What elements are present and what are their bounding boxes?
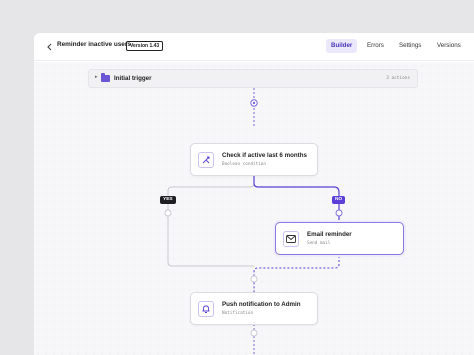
initial-trigger-row[interactable]: ▸ Initial trigger 3 actions bbox=[88, 69, 418, 88]
tab-versions[interactable]: Versions bbox=[432, 39, 466, 53]
email-node[interactable]: Email reminder Send mail bbox=[275, 222, 404, 255]
push-subtitle: Notification bbox=[222, 311, 254, 316]
top-bar: Reminder inactive users Version 1.43 Bui… bbox=[34, 33, 474, 61]
tab-builder[interactable]: Builder bbox=[326, 39, 358, 53]
split-icon bbox=[198, 152, 214, 168]
condition-node[interactable]: Check if active last 6 months Boolean co… bbox=[190, 143, 318, 176]
email-subtitle: Send mail bbox=[307, 241, 331, 246]
bell-icon bbox=[198, 301, 214, 317]
builder-canvas[interactable]: ▸ Initial trigger 3 actions Check if act… bbox=[34, 62, 474, 355]
add-step-end-icon[interactable] bbox=[250, 329, 258, 337]
yes-branch-badge: YES bbox=[160, 196, 176, 204]
push-node[interactable]: Push notification to Admin Notification bbox=[190, 292, 318, 325]
workflow-window: Reminder inactive users Version 1.43 Bui… bbox=[34, 33, 474, 355]
add-step-no-icon[interactable] bbox=[335, 209, 343, 217]
caret-right-icon[interactable]: ▸ bbox=[95, 74, 98, 80]
email-title: Email reminder bbox=[307, 231, 352, 238]
version-badge[interactable]: Version 1.43 bbox=[126, 41, 164, 51]
add-step-yes-icon[interactable] bbox=[164, 209, 172, 217]
trigger-label: Initial trigger bbox=[114, 75, 152, 82]
mail-icon bbox=[283, 231, 299, 247]
no-branch-badge: NO bbox=[332, 196, 346, 204]
tab-settings[interactable]: Settings bbox=[394, 39, 426, 53]
page-title: Reminder inactive users bbox=[57, 41, 131, 48]
push-title: Push notification to Admin bbox=[222, 301, 301, 308]
add-step-merge-icon[interactable] bbox=[250, 275, 258, 283]
condition-title: Check if active last 6 months bbox=[222, 152, 307, 159]
back-arrow-icon[interactable] bbox=[43, 40, 55, 54]
condition-subtitle: Boolean condition bbox=[222, 162, 266, 167]
actions-count: 3 actions bbox=[386, 76, 410, 81]
folder-icon bbox=[101, 73, 110, 82]
tab-errors[interactable]: Errors bbox=[362, 39, 389, 53]
